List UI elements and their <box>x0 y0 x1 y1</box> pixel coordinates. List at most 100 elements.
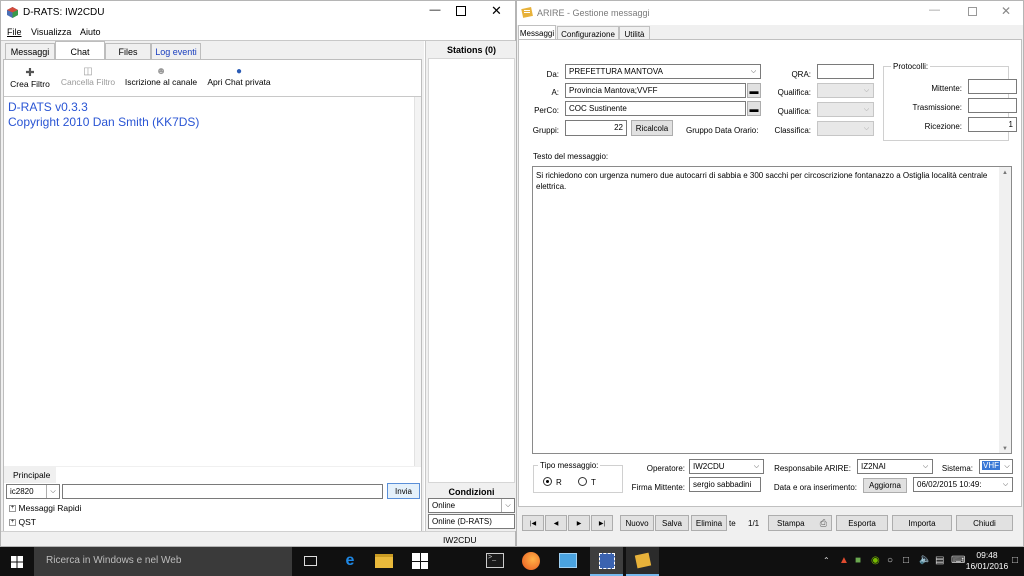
tree-item[interactable]: + QST <box>9 517 36 527</box>
perco-value: COC Sustinente <box>569 104 627 113</box>
a-select-button[interactable]: ▬ <box>747 83 761 98</box>
firma-field[interactable]: sergio sabbadini <box>689 477 761 492</box>
da-select[interactable]: PREFETTURA MANTOVA ⌵ <box>565 64 761 79</box>
drats-statusbar: IW2CDU <box>1 531 515 546</box>
taskbar-search-placeholder: Ricerca in Windows e nel Web <box>46 555 182 566</box>
ricezione-field[interactable]: 1 <box>968 117 1017 132</box>
arire-tab-utilita[interactable]: Utilità <box>619 26 650 40</box>
toolbar-cancella-filtro[interactable]: ◫ Cancella Filtro <box>58 66 118 92</box>
start-button[interactable] <box>0 547 34 576</box>
maximize-icon[interactable] <box>456 6 466 16</box>
toolbar-apri-chat-privata[interactable]: ● Apri Chat privata <box>204 66 274 92</box>
task-view-icon[interactable] <box>300 553 320 569</box>
perco-field[interactable]: COC Sustinente <box>565 101 746 116</box>
gruppi-field[interactable]: 22 <box>565 120 627 136</box>
tab-log-eventi[interactable]: Log eventi <box>151 43 201 59</box>
menu-file[interactable]: File <box>7 27 22 37</box>
menu-aiuto[interactable]: Aiuto <box>80 27 101 37</box>
elimina-button[interactable]: Elimina <box>691 515 727 531</box>
tray-app-icon[interactable]: ○ <box>887 555 893 566</box>
nav-prev-button[interactable]: ◀ <box>545 515 567 531</box>
scroll-down-icon[interactable]: ▼ <box>1002 444 1008 455</box>
edge-icon[interactable]: e <box>340 552 360 572</box>
expand-icon: + <box>9 519 16 527</box>
maximize-icon[interactable] <box>968 7 977 16</box>
data-ora-field[interactable]: 06/02/2015 10:49: ⌵ <box>913 477 1013 492</box>
tab-messaggi[interactable]: Messaggi <box>5 43 55 59</box>
taskbar-search-box[interactable]: Ricerca in Windows e nel Web <box>34 547 292 576</box>
mittente-field[interactable] <box>968 79 1017 94</box>
toolbar-crea-filtro[interactable]: ✚ Crea Filtro <box>8 66 52 92</box>
trasmissione-field[interactable] <box>968 98 1017 113</box>
minimize-icon[interactable]: — <box>929 4 940 16</box>
textarea-scrollbar[interactable]: ▲ ▼ <box>999 167 1011 453</box>
te-label: te <box>729 519 736 528</box>
firefox-icon[interactable] <box>522 552 540 570</box>
salva-button[interactable]: Salva <box>655 515 689 531</box>
esporta-button[interactable]: Esporta <box>836 515 888 531</box>
importa-button[interactable]: Importa <box>892 515 952 531</box>
radio-t[interactable] <box>578 477 587 486</box>
nav-last-button[interactable]: ▶| <box>591 515 613 531</box>
chat-message-input[interactable] <box>62 484 383 499</box>
chat-scrollbar[interactable] <box>414 97 421 467</box>
stampa-button[interactable]: Stampa ⎙ <box>768 515 832 531</box>
responsabile-select[interactable]: IZ2NAI ⌵ <box>857 459 933 474</box>
call-select[interactable]: ic2820 ⌵ <box>6 484 60 499</box>
qualifica-select[interactable]: ⌵ <box>817 102 874 117</box>
network-icon[interactable]: ▤ <box>935 555 944 566</box>
clock[interactable]: 09:48 16/01/2016 <box>964 550 1010 572</box>
chat-display[interactable]: D-RATS v0.3.3 Copyright 2010 Dan Smith (… <box>4 96 421 467</box>
arire-tab-configurazione[interactable]: Configurazione <box>557 26 619 40</box>
minimize-icon[interactable]: — <box>426 4 444 20</box>
classifica-select[interactable]: ⌵ <box>817 121 874 136</box>
da-label: Da: <box>546 70 559 79</box>
tray-expand-icon[interactable]: ⌃ <box>823 556 830 565</box>
drats-main-pane: Messaggi Chat Files Log eventi ✚ Crea Fi… <box>1 41 424 531</box>
file-explorer-icon[interactable] <box>375 554 393 568</box>
menu-visualizza[interactable]: Visualizza <box>31 27 71 37</box>
ricalcola-button[interactable]: Ricalcola <box>631 120 673 136</box>
sistema-value: VHF <box>982 461 1000 470</box>
close-icon[interactable]: ✕ <box>1001 4 1011 18</box>
a-field[interactable]: Provincia Mantova;VVFF <box>565 83 746 98</box>
operatore-select[interactable]: IW2CDU ⌵ <box>689 459 764 474</box>
close-icon[interactable]: ✕ <box>491 3 502 19</box>
tray-app-icon[interactable]: ◉ <box>871 555 880 566</box>
gruppo-data-label: Gruppo Data Orario: <box>686 126 759 135</box>
nav-first-button[interactable]: |◀ <box>522 515 544 531</box>
arire-messaggi-panel: Da: PREFETTURA MANTOVA ⌵ A: Provincia Ma… <box>518 39 1022 507</box>
sistema-select[interactable]: VHF ⌵ <box>979 459 1013 474</box>
perco-select-button[interactable]: ▬ <box>747 101 761 116</box>
store-icon[interactable] <box>412 553 428 569</box>
drats-task-icon[interactable] <box>590 547 623 576</box>
status-select[interactable]: Online ⌵ <box>428 498 515 513</box>
aggiorna-button[interactable]: Aggiorna <box>863 478 907 493</box>
app-window-icon[interactable] <box>559 553 577 568</box>
tray-app-icon[interactable]: ▲ <box>839 555 849 566</box>
clock-date: 16/01/2016 <box>965 561 1009 571</box>
action-center-icon[interactable]: □ <box>1012 555 1018 566</box>
scroll-up-icon[interactable]: ▲ <box>1002 168 1008 179</box>
tree-item[interactable]: + Messaggi Rapidi <box>9 503 81 513</box>
chiudi-button[interactable]: Chiudi <box>956 515 1013 531</box>
tray-app-icon[interactable]: □ <box>903 555 909 566</box>
arire-tab-messaggi[interactable]: Messaggi <box>518 25 556 40</box>
arire-task-icon[interactable] <box>626 547 659 576</box>
tab-chat[interactable]: Chat <box>55 41 105 60</box>
radio-r[interactable] <box>543 477 552 486</box>
stations-list[interactable] <box>428 58 515 483</box>
status-text-field[interactable]: Online (D-RATS) <box>428 514 515 529</box>
nav-next-button[interactable]: ▶ <box>568 515 590 531</box>
message-textarea[interactable]: Si richiedono con urgenza numero due aut… <box>532 166 1012 454</box>
page-indicator: 1/1 <box>748 519 760 528</box>
tray-app-icon[interactable]: ■ <box>855 555 861 566</box>
cmd-icon[interactable]: >_ <box>486 553 504 568</box>
qualifica-select[interactable]: ⌵ <box>817 83 874 98</box>
nuovo-button[interactable]: Nuovo <box>620 515 654 531</box>
qra-field[interactable] <box>817 64 874 79</box>
volume-icon[interactable]: 🔈 <box>919 554 931 565</box>
toolbar-iscrizione-canale[interactable]: ☻ Iscrizione al canale <box>122 66 200 92</box>
tab-files[interactable]: Files <box>105 43 151 59</box>
send-button[interactable]: Invia <box>387 483 420 499</box>
